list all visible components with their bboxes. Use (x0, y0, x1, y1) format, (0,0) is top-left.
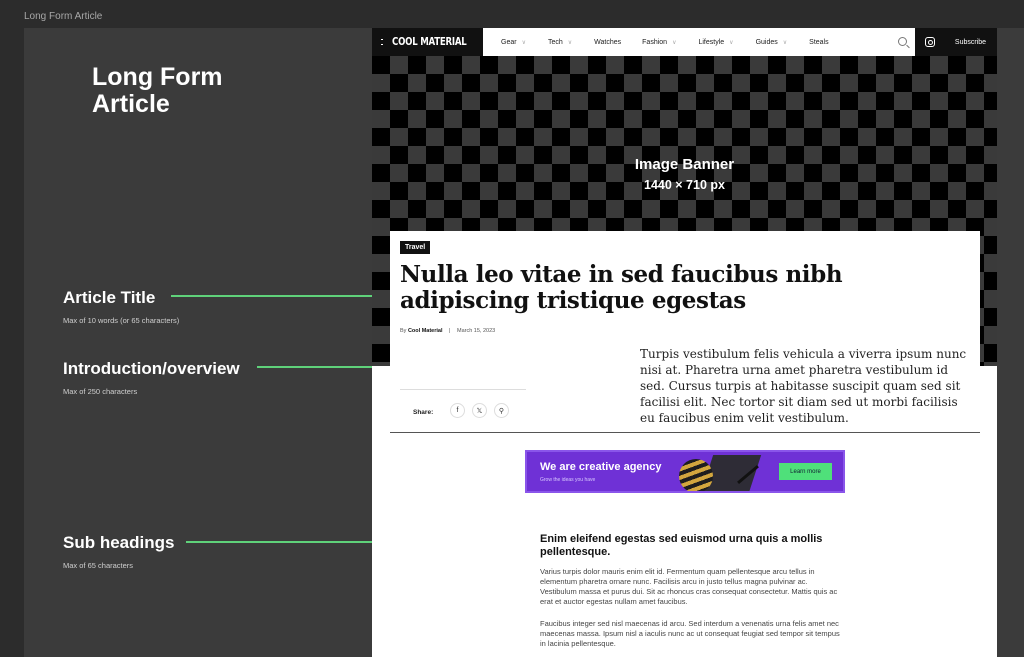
panel-title: Long Form Article (92, 63, 223, 118)
nav-item-tech[interactable]: Tech ∨ (548, 39, 572, 46)
ad-banner[interactable]: We are creative agency Grow the ideas yo… (525, 450, 845, 493)
publish-date: March 15, 2023 (457, 328, 496, 334)
nav-item-gear[interactable]: Gear ∨ (501, 39, 526, 46)
section-divider (390, 432, 980, 433)
byline-separator: | (449, 328, 451, 334)
article-title: Nulla leo vitae in sed faucibus nibh adi… (400, 261, 843, 314)
body-paragraph: Faucibus integer sed nisl maecenas id ar… (540, 619, 840, 648)
annotation-heading: Sub headings (63, 533, 175, 552)
banner-size: 1440 × 710 px (644, 178, 725, 192)
banner-caption: Image Banner 1440 × 710 px (372, 156, 997, 192)
nav-item-steals[interactable]: Steals (809, 39, 828, 46)
ad-subtext: Grow the ideas you have (540, 477, 596, 483)
link-icon[interactable]: ⚲ (494, 403, 509, 418)
frame-label: Long Form Article (24, 11, 103, 22)
ad-headline: We are creative agency (540, 461, 662, 473)
x-icon[interactable]: 𝕏 (472, 403, 487, 418)
article-card: Travel Nulla leo vitae in sed faucibus n… (390, 231, 980, 657)
nav-item-label: Watches (594, 38, 622, 46)
banner-title: Image Banner (634, 156, 735, 173)
byline-prefix: By (400, 328, 407, 334)
nav-item-label: Tech (547, 38, 563, 46)
annotation-sub: Max of 250 characters (63, 387, 138, 396)
striped-sphere-graphic (679, 459, 713, 491)
chevron-down-icon: ∨ (567, 39, 573, 46)
nav-item-guides[interactable]: Guides ∨ (756, 39, 788, 46)
top-nav: COOL MATERIAL Gear ∨ Tech ∨ Watches Fashio… (372, 28, 997, 56)
body-paragraph: Varius turpis dolor mauris enim elit id.… (540, 567, 838, 606)
hamburger-menu-icon[interactable] (381, 39, 384, 45)
annotation-article-title: Article Title Max of 10 words (or 65 cha… (63, 288, 179, 325)
annotation-connector-line (171, 295, 399, 297)
chevron-down-icon: ∨ (672, 39, 677, 46)
brand-block: COOL MATERIAL (372, 28, 483, 56)
byline: By Cool Material | March 15, 2023 (400, 328, 495, 334)
chevron-down-icon: ∨ (782, 39, 788, 46)
brand-logo[interactable]: COOL MATERIAL (392, 36, 467, 48)
chevron-down-icon: ∨ (521, 39, 526, 46)
nav-item-label: Gear (501, 38, 517, 46)
learn-more-button[interactable]: Learn more (779, 463, 832, 480)
annotation-sub-headings: Sub headings Max of 65 characters (63, 533, 174, 570)
nav-item-label: Fashion (642, 38, 668, 46)
subscribe-button[interactable]: Subscribe (944, 28, 997, 56)
share-label: Share: (413, 409, 434, 416)
divider (400, 389, 526, 390)
nav-item-lifestyle[interactable]: Lifestyle ∨ (698, 39, 733, 46)
article-intro: Turpis vestibulum felis vehicula a viver… (640, 347, 967, 425)
facebook-icon[interactable]: f (450, 403, 465, 418)
article-page-preview: COOL MATERIAL Gear ∨ Tech ∨ Watches Fashio… (372, 28, 997, 657)
instagram-icon[interactable] (925, 37, 935, 47)
sub-heading: Enim eleifend egestas sed euismod urna q… (540, 533, 823, 558)
annotation-sub: Max of 65 characters (63, 561, 134, 570)
nav-item-label: Guides (755, 38, 778, 46)
nav-item-label: Lifestyle (698, 38, 725, 46)
chevron-down-icon: ∨ (729, 39, 734, 46)
annotation-introduction: Introduction/overview Max of 250 charact… (63, 359, 240, 396)
author-link[interactable]: Cool Material (408, 328, 443, 334)
category-tag[interactable]: Travel (400, 241, 431, 254)
nav-item-fashion[interactable]: Fashion ∨ (642, 39, 676, 46)
annotation-heading: Introduction/overview (63, 359, 240, 378)
design-canvas: Long Form Article Article Title Max of 1… (24, 28, 1024, 657)
annotation-heading: Article Title (63, 288, 156, 307)
nav-item-watches[interactable]: Watches (594, 39, 621, 46)
nav-item-label: Steals (809, 38, 829, 46)
annotation-sub: Max of 10 words (or 65 characters) (63, 316, 180, 325)
search-icon[interactable] (898, 37, 907, 46)
